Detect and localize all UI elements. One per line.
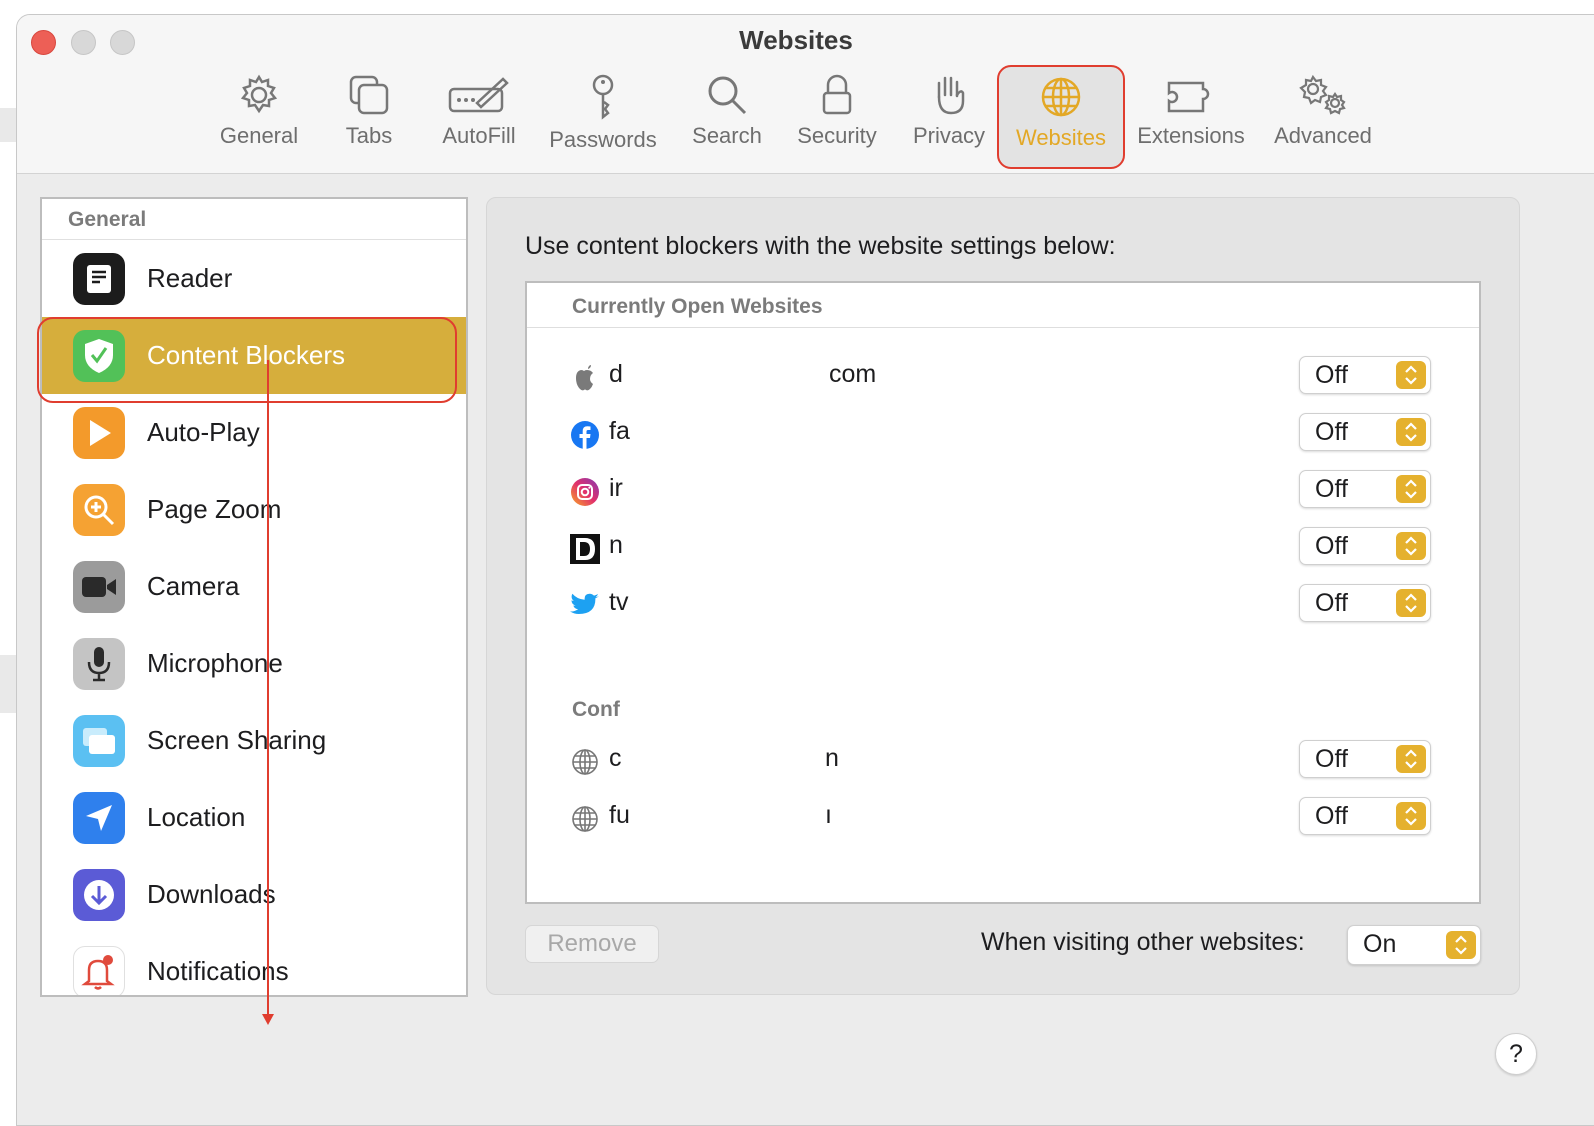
instagram-icon [569,476,601,508]
tab-extensions[interactable]: Extensions [1133,73,1249,165]
table-row[interactable]: fa Off [527,411,1479,457]
websites-table: Currently Open Websites d com Off fa Off [525,281,1481,904]
up-down-arrows-icon [1396,475,1426,503]
shield-check-icon [73,329,125,382]
content-blocker-popup[interactable]: Off [1299,584,1431,622]
tab-websites[interactable]: Websites [997,65,1125,169]
up-down-arrows-icon [1396,802,1426,830]
tab-security[interactable]: Security [789,73,885,165]
globe-icon [1041,77,1081,117]
website-name: n [609,531,623,559]
search-icon [708,76,747,115]
content-blocker-popup[interactable]: Off [1299,413,1431,451]
puzzle-icon [1167,81,1210,113]
microphone-icon [73,637,125,690]
globe-icon [569,746,601,778]
autofill-icon [448,77,509,113]
other-websites-popup[interactable]: On [1347,925,1481,965]
table-row[interactable]: ir Off [527,468,1479,514]
configured-websites-header: Conf [572,698,620,721]
toolbar: Websites General Tabs AutoFill Passwords… [17,15,1594,174]
apple-icon [569,362,601,394]
help-button[interactable]: ? [1495,1033,1537,1075]
website-name: fa [609,417,630,445]
tab-passwords[interactable]: Passwords [545,73,661,165]
up-down-arrows-icon [1396,745,1426,773]
globe-icon [569,803,601,835]
d-logo-icon [569,533,601,565]
tab-autofill[interactable]: AutoFill [435,73,523,165]
sidebar: General Reader Content Blockers Auto-Pla… [40,197,468,997]
sidebar-item-page-zoom[interactable]: Page Zoom [42,471,466,548]
sidebar-item-microphone[interactable]: Microphone [42,625,466,702]
table-row[interactable]: tv Off [527,582,1479,628]
sidebar-item-location[interactable]: Location [42,779,466,856]
gear-icon [240,74,278,114]
up-down-arrows-icon [1396,361,1426,389]
panel-heading: Use content blockers with the website se… [525,232,1116,260]
annotation-arrow-head [262,1014,274,1025]
gears-icon [1299,74,1346,115]
download-icon [73,868,125,921]
content-blocker-popup[interactable]: Off [1299,797,1431,835]
play-icon [73,406,125,459]
sidebar-item-content-blockers[interactable]: Content Blockers [42,317,466,394]
twitter-icon [569,590,601,622]
sidebar-item-downloads[interactable]: Downloads [42,856,466,933]
up-down-arrows-icon [1396,589,1426,617]
annotation-arrow-line [267,360,269,1018]
website-name: d [609,360,623,388]
tabs-icon [349,75,389,115]
website-name: fu [609,801,630,829]
website-name-end: ı [825,801,832,829]
tab-search[interactable]: Search [685,73,769,165]
screen-sharing-icon [73,714,125,767]
lock-icon [822,74,852,115]
facebook-icon [569,419,601,451]
content-blocker-popup[interactable]: Off [1299,740,1431,778]
desktop-background [0,655,16,713]
table-row[interactable]: fu ı Off [527,795,1479,841]
website-name: c [609,744,622,772]
hand-icon [937,76,965,115]
zoom-icon [73,483,125,536]
table-row[interactable]: n Off [527,525,1479,571]
camera-icon [73,560,125,613]
sidebar-item-reader[interactable]: Reader [42,240,466,317]
table-row[interactable]: c n Off [527,738,1479,784]
up-down-arrows-icon [1446,931,1476,959]
website-name: tv [609,588,629,616]
website-name: ir [609,474,623,502]
tab-privacy[interactable]: Privacy [905,73,993,165]
other-websites-label: When visiting other websites: [981,928,1305,956]
table-header-open-websites: Currently Open Websites [527,283,1479,328]
key-icon [592,74,614,120]
website-name-end: com [829,360,877,388]
website-name-end: n [825,744,839,772]
tab-general[interactable]: General [213,73,305,165]
sidebar-item-auto-play[interactable]: Auto-Play [42,394,466,471]
sidebar-item-notifications[interactable]: Notifications [42,933,466,995]
window-title: Websites [739,25,853,55]
content-blocker-popup[interactable]: Off [1299,356,1431,394]
desktop-background [0,108,16,142]
sidebar-item-camera[interactable]: Camera [42,548,466,625]
table-row[interactable]: d com Off [527,354,1479,400]
tab-advanced[interactable]: Advanced [1269,73,1377,165]
content-blocker-popup[interactable]: Off [1299,470,1431,508]
content-panel: Use content blockers with the website se… [486,197,1520,995]
sidebar-item-screen-sharing[interactable]: Screen Sharing [42,702,466,779]
content-blocker-popup[interactable]: Off [1299,527,1431,565]
bell-icon [73,945,125,995]
reader-icon [73,252,125,305]
up-down-arrows-icon [1396,418,1426,446]
tab-tabs[interactable]: Tabs [327,73,411,165]
sidebar-header: General [42,199,466,240]
remove-button[interactable]: Remove [525,925,659,963]
location-icon [73,791,125,844]
up-down-arrows-icon [1396,532,1426,560]
